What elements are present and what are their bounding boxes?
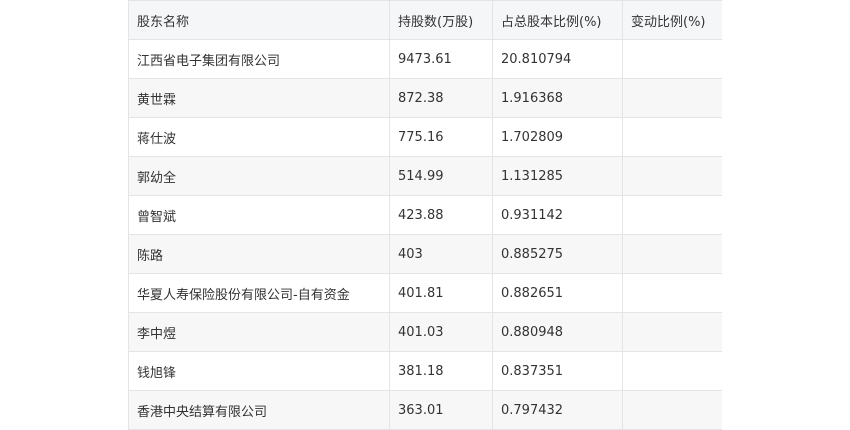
header-share-ratio: 占总股本比例(%) [492,0,623,40]
header-change-ratio: 变动比例(%) [622,0,722,40]
table-row: 钱旭锋 381.18 0.837351 [128,351,722,391]
cell-change-ratio [622,156,722,196]
table-header-row: 股东名称 持股数(万股) 占总股本比例(%) 变动比例(%) [128,0,722,40]
cell-shareholder-name: 江西省电子集团有限公司 [128,39,390,79]
cell-change-ratio [622,117,722,157]
table-row: 陈路 403 0.885275 [128,234,722,274]
cell-shareholder-name: 陈路 [128,234,390,274]
cell-change-ratio [622,39,722,79]
cell-share-ratio: 1.916368 [492,78,623,118]
cell-share-ratio: 0.837351 [492,351,623,391]
cell-shares-held: 363.01 [389,390,493,430]
cell-shares-held: 401.81 [389,273,493,313]
header-shares-held: 持股数(万股) [389,0,493,40]
cell-share-ratio: 1.131285 [492,156,623,196]
cell-shares-held: 403 [389,234,493,274]
cell-change-ratio [622,78,722,118]
cell-shareholder-name: 郭幼全 [128,156,390,196]
shareholder-table: 股东名称 持股数(万股) 占总股本比例(%) 变动比例(%) 江西省电子集团有限… [128,0,722,430]
cell-change-ratio [622,195,722,235]
cell-shareholder-name: 华夏人寿保险股份有限公司-自有资金 [128,273,390,313]
table-row: 黄世霖 872.38 1.916368 [128,78,722,118]
table-row: 李中煜 401.03 0.880948 [128,312,722,352]
cell-shares-held: 775.16 [389,117,493,157]
cell-shareholder-name: 香港中央结算有限公司 [128,390,390,430]
cell-shares-held: 381.18 [389,351,493,391]
table-row: 郭幼全 514.99 1.131285 [128,156,722,196]
header-shareholder-name: 股东名称 [128,0,390,40]
cell-share-ratio: 0.880948 [492,312,623,352]
cell-shareholder-name: 李中煜 [128,312,390,352]
cell-change-ratio [622,234,722,274]
table-row: 江西省电子集团有限公司 9473.61 20.810794 [128,39,722,79]
table-row: 香港中央结算有限公司 363.01 0.797432 [128,390,722,430]
cell-change-ratio [622,273,722,313]
cell-share-ratio: 1.702809 [492,117,623,157]
cell-share-ratio: 0.885275 [492,234,623,274]
cell-shareholder-name: 钱旭锋 [128,351,390,391]
cell-shareholder-name: 蒋仕波 [128,117,390,157]
cell-share-ratio: 0.931142 [492,195,623,235]
cell-shares-held: 872.38 [389,78,493,118]
cell-shareholder-name: 曾智斌 [128,195,390,235]
cell-shares-held: 401.03 [389,312,493,352]
cell-share-ratio: 20.810794 [492,39,623,79]
table-row: 曾智斌 423.88 0.931142 [128,195,722,235]
cell-change-ratio [622,312,722,352]
cell-shares-held: 423.88 [389,195,493,235]
cell-share-ratio: 0.797432 [492,390,623,430]
table-row: 蒋仕波 775.16 1.702809 [128,117,722,157]
cell-change-ratio [622,390,722,430]
cell-shares-held: 9473.61 [389,39,493,79]
table-row: 华夏人寿保险股份有限公司-自有资金 401.81 0.882651 [128,273,722,313]
cell-change-ratio [622,351,722,391]
shareholder-table-container: 股东名称 持股数(万股) 占总股本比例(%) 变动比例(%) 江西省电子集团有限… [128,0,722,430]
cell-share-ratio: 0.882651 [492,273,623,313]
cell-shareholder-name: 黄世霖 [128,78,390,118]
cell-shares-held: 514.99 [389,156,493,196]
